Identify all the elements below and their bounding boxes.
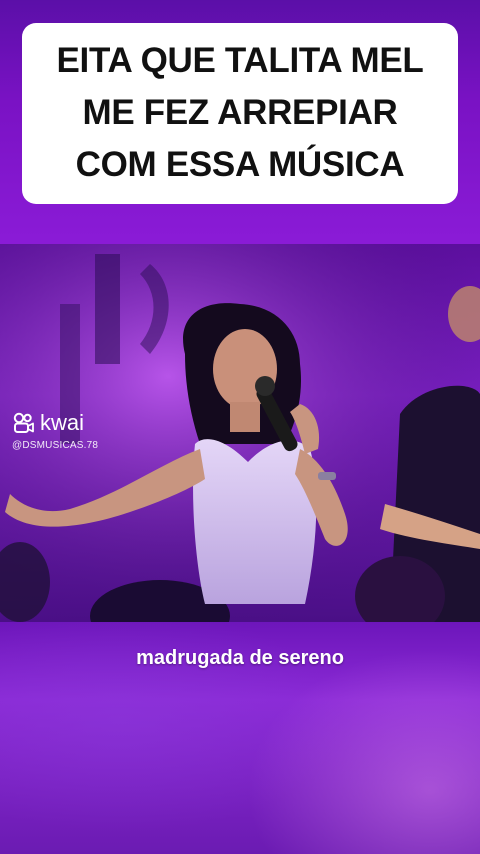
singer-bracelet <box>318 472 336 480</box>
watermark-brand: kwai <box>12 410 98 436</box>
backdrop-panel <box>95 254 120 364</box>
caption-line-1: EITA QUE TALITA MEL <box>56 41 424 80</box>
kwai-logo-icon <box>13 412 34 433</box>
caption-card: EITA QUE TALITA MEL ME FEZ ARREPIAR COM … <box>22 23 458 204</box>
microphone-head <box>255 376 275 396</box>
watermark-handle: @DSMUSICAS.78 <box>12 440 99 451</box>
singer-neck <box>230 402 260 432</box>
subtitle-text: madrugada de sereno <box>136 647 344 669</box>
caption-line-2: ME FEZ ARREPIAR <box>82 93 398 132</box>
watermark-brand-name: kwai <box>40 410 85 435</box>
kwai-watermark: kwai @DSMUSICAS.78 <box>12 410 98 451</box>
caption-line-3: COM ESSA MÚSICA <box>75 145 405 184</box>
